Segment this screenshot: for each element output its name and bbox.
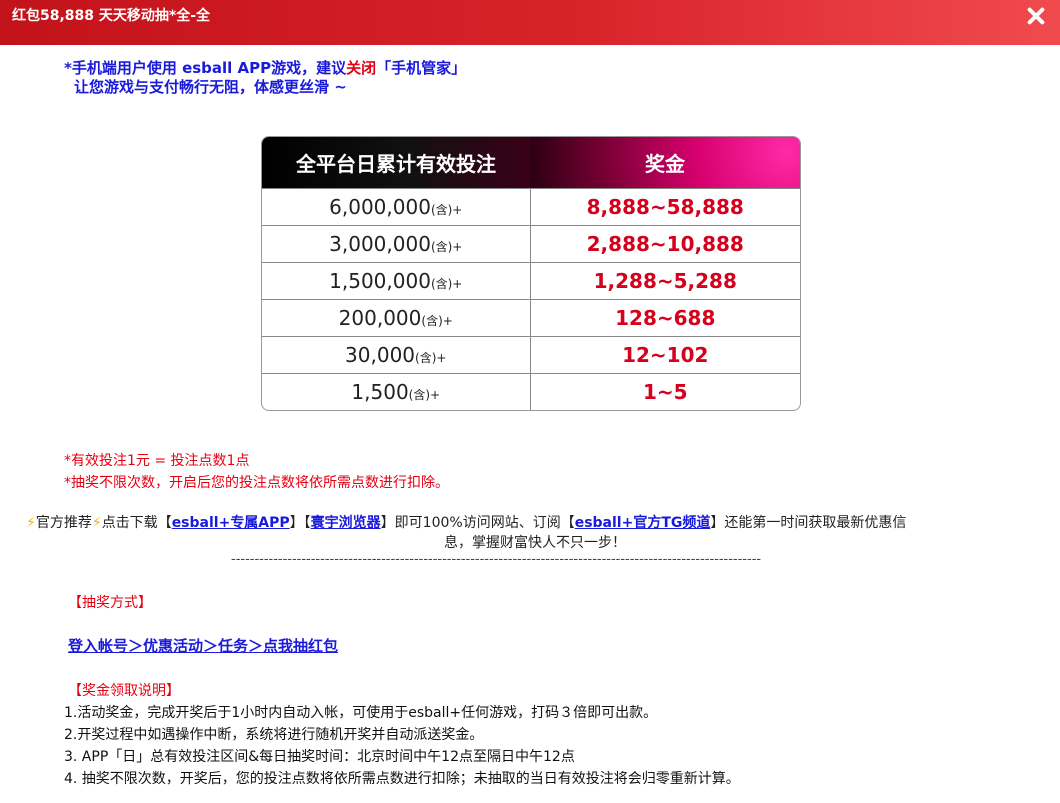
wager-suffix: (含)+ <box>430 203 463 217</box>
notice-text-b: 「手机管家」 <box>376 59 467 77</box>
claim-steps: 1.活动奖金，完成开奖后于1小时内自动入帐，可使用于esball+任何游戏，打码… <box>64 702 740 790</box>
notice-line-1: *手机端用户使用 esball APP游戏，建议关闭「手机管家」 <box>64 59 466 78</box>
prize-table: 全平台日累计有效投注 奖金 6,000,000(含)+ 8,888~58,888… <box>261 136 801 411</box>
close-icon[interactable] <box>1024 4 1048 28</box>
bracket-close: 】 <box>289 515 304 531</box>
promo-rec: 官方推荐 <box>35 515 92 531</box>
lightning-icon: ⚡ <box>91 515 102 531</box>
wager-suffix: (含)+ <box>408 388 441 402</box>
method-path: 登入帐号＞优惠活动＞任务＞点我抽红包 <box>68 636 338 656</box>
bracket-open: 【 <box>157 515 172 531</box>
promo-mid: 即可100%访问网站、订阅 <box>394 515 561 531</box>
promo-download: 点击下载 <box>101 515 158 531</box>
bracket-close: 】 <box>710 515 725 531</box>
notice-text-a: *手机端用户使用 esball APP游戏，建议 <box>64 59 347 77</box>
wager-amount: 200,000 <box>338 306 422 330</box>
app-notice: *手机端用户使用 esball APP游戏，建议关闭「手机管家」 让您游戏与支付… <box>64 59 466 97</box>
wager-suffix: (含)+ <box>421 314 453 328</box>
table-row: 3,000,000(含)+ 2,888~10,888 <box>262 225 800 263</box>
table-row: 1,500,000(含)+ 1,288~5,288 <box>262 262 800 300</box>
prize-cell: 12~102 <box>530 336 800 374</box>
claim-step: 2.开奖过程中如遇操作中断，系统将进行随机开奖并自动派送奖金。 <box>64 727 484 743</box>
claim-step: 3. APP「日」总有效投注区间&每日抽奖时间：北京时间中午12点至隔日中午12… <box>64 749 575 765</box>
table-row: 30,000(含)+ 12~102 <box>262 336 800 374</box>
rule-line-2: *抽奖不限次数，开启后您的投注点数将依所需点数进行扣除。 <box>64 475 449 491</box>
wager-cell: 6,000,000(含)+ <box>262 188 531 226</box>
promo-text: ⚡官方推荐⚡点击下载【esball+专属APP】【寰宇浏览器】即可100%访问网… <box>26 513 1038 553</box>
bracket-close: 】 <box>380 515 395 531</box>
wager-suffix: (含)+ <box>415 351 447 365</box>
dashed-divider: ----------------------------------------… <box>231 552 762 567</box>
prize-cell: 2,888~10,888 <box>530 225 800 263</box>
table-row: 6,000,000(含)+ 8,888~58,888 <box>262 188 800 226</box>
modal-header: 红包58,888 天天移动抽*全-全 <box>0 0 1060 45</box>
promo-line-1: ⚡官方推荐⚡点击下载【esball+专属APP】【寰宇浏览器】即可100%访问网… <box>26 513 1038 533</box>
claim-step: 1.活动奖金，完成开奖后于1小时内自动入帐，可使用于esball+任何游戏，打码… <box>64 705 658 721</box>
wager-cell: 30,000(含)+ <box>262 336 531 374</box>
prize-cell: 8,888~58,888 <box>530 188 800 226</box>
wager-cell: 1,500(含)+ <box>262 373 531 410</box>
tg-channel-link[interactable]: esball+官方TG频道 <box>575 515 711 531</box>
wager-amount: 30,000 <box>345 343 416 367</box>
notice-highlight: 关闭 <box>346 59 377 77</box>
wager-cell: 1,500,000(含)+ <box>262 262 531 300</box>
rule-line-1: *有效投注1元 = 投注点数1点 <box>64 453 250 469</box>
method-path-link[interactable]: 登入帐号＞优惠活动＞任务＞点我抽红包 <box>68 637 338 655</box>
method-title: 【抽奖方式】 <box>68 595 152 611</box>
wager-suffix: (含)+ <box>430 277 463 291</box>
wager-suffix: (含)+ <box>430 240 463 254</box>
wager-amount: 1,500,000 <box>329 269 431 293</box>
claim-step: 4. 抽奖不限次数，开奖后，您的投注点数将依所需点数进行扣除；未抽取的当日有效投… <box>64 771 740 787</box>
wager-amount: 3,000,000 <box>329 232 431 256</box>
app-download-link[interactable]: esball+专属APP <box>172 515 290 531</box>
modal-content: *手机端用户使用 esball APP游戏，建议关闭「手机管家」 让您游戏与支付… <box>4 45 1060 803</box>
column-header-prize: 奖金 <box>530 137 800 189</box>
promo-tail: 还能第一时间获取最新优惠信 <box>724 515 907 531</box>
lightning-icon: ⚡ <box>26 515 36 531</box>
bracket-open: 【 <box>303 515 311 531</box>
table-row: 200,000(含)+ 128~688 <box>262 299 800 337</box>
wager-amount: 1,500 <box>351 380 409 404</box>
wager-amount: 6,000,000 <box>329 195 431 219</box>
bracket-open: 【 <box>560 515 575 531</box>
rules-notes: *有效投注1元 = 投注点数1点 *抽奖不限次数，开启后您的投注点数将依所需点数… <box>64 450 449 494</box>
prize-cell: 1~5 <box>530 373 800 410</box>
wager-cell: 200,000(含)+ <box>262 299 531 337</box>
table-row: 1,500(含)+ 1~5 <box>262 373 800 410</box>
notice-line-2: 让您游戏与支付畅行无阻，体感更丝滑 ~ <box>74 78 347 96</box>
promo-line-2: 息，掌握财富快人不只一步！ <box>444 535 626 551</box>
wager-cell: 3,000,000(含)+ <box>262 225 531 263</box>
modal-title: 红包58,888 天天移动抽*全-全 <box>12 8 211 24</box>
browser-link[interactable]: 寰宇浏览器 <box>311 515 381 531</box>
claim-title: 【奖金领取说明】 <box>68 683 180 699</box>
table-header-row: 全平台日累计有效投注 奖金 <box>262 137 800 189</box>
prize-cell: 1,288~5,288 <box>530 262 800 300</box>
prize-cell: 128~688 <box>530 299 800 337</box>
column-header-wager: 全平台日累计有效投注 <box>262 137 530 189</box>
